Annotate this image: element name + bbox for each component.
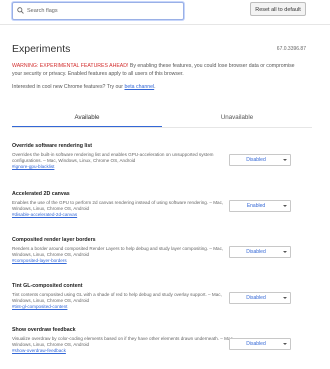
flag-link[interactable]: #tint-gl-composited-content: [12, 304, 312, 310]
beta-promo-end: .: [154, 84, 156, 90]
chevron-down-icon: [283, 343, 287, 345]
flag-state-value: Disabled: [246, 341, 266, 347]
search-icon: [17, 7, 24, 14]
flag-name: Show overdraw feedback: [12, 327, 76, 333]
tab-bar: Available Unavailable: [12, 111, 312, 128]
flag-description: Overrides the built-in software renderin…: [12, 152, 214, 163]
tab-available[interactable]: Available: [12, 111, 162, 127]
reset-all-button[interactable]: Reset all to default: [250, 2, 306, 16]
flag-state-select[interactable]: Enabled: [229, 200, 291, 212]
warning-message: WARNING: EXPERIMENTAL FEATURES AHEAD! By…: [12, 62, 302, 78]
flag-name: Composited render layer borders: [12, 237, 96, 243]
flag-description: Renders a border around composited Rende…: [12, 246, 224, 257]
flag-name: Override software rendering list: [12, 143, 93, 149]
flag-state-select[interactable]: Disabled: [229, 292, 291, 304]
chevron-down-icon: [283, 297, 287, 299]
flag-state-select[interactable]: Disabled: [229, 338, 291, 350]
flag-state-select[interactable]: Disabled: [229, 246, 291, 258]
flag-state-value: Disabled: [246, 295, 266, 301]
beta-channel-link[interactable]: beta channel: [124, 84, 154, 90]
beta-promo: Interested in cool new Chrome features? …: [12, 84, 302, 90]
search-box[interactable]: [12, 2, 184, 20]
flag-description: Visualize overdraw by color-coding eleme…: [12, 336, 235, 347]
page-title: Experiments: [12, 43, 71, 55]
flag-state-value: Disabled: [246, 249, 266, 255]
flag-description: Tint contents composited using GL with a…: [12, 292, 222, 303]
tab-divider: [12, 127, 312, 128]
chevron-down-icon: [283, 205, 287, 207]
flag-link[interactable]: #composited-layer-borders: [12, 258, 312, 264]
chevron-down-icon: [283, 159, 287, 161]
warning-heading: WARNING: EXPERIMENTAL FEATURES AHEAD!: [12, 63, 129, 69]
version-label: 67.0.3396.87: [276, 46, 306, 52]
beta-promo-text: Interested in cool new Chrome features? …: [12, 84, 125, 90]
search-input[interactable]: [27, 3, 177, 19]
top-toolbar: Reset all to default: [0, 0, 330, 25]
flag-name: Tint GL-composited content: [12, 283, 83, 289]
flag-state-value: Disabled: [246, 157, 266, 163]
flag-state-select[interactable]: Disabled: [229, 154, 291, 166]
flag-state-value: Enabled: [246, 203, 266, 209]
tab-unavailable[interactable]: Unavailable: [162, 111, 312, 127]
flag-description: Enables the use of the GPU to perform 2d…: [12, 200, 224, 211]
flag-name: Accelerated 2D canvas: [12, 191, 70, 197]
flag-link[interactable]: #disable-accelerated-2d-canvas: [12, 212, 312, 218]
chevron-down-icon: [283, 251, 287, 253]
